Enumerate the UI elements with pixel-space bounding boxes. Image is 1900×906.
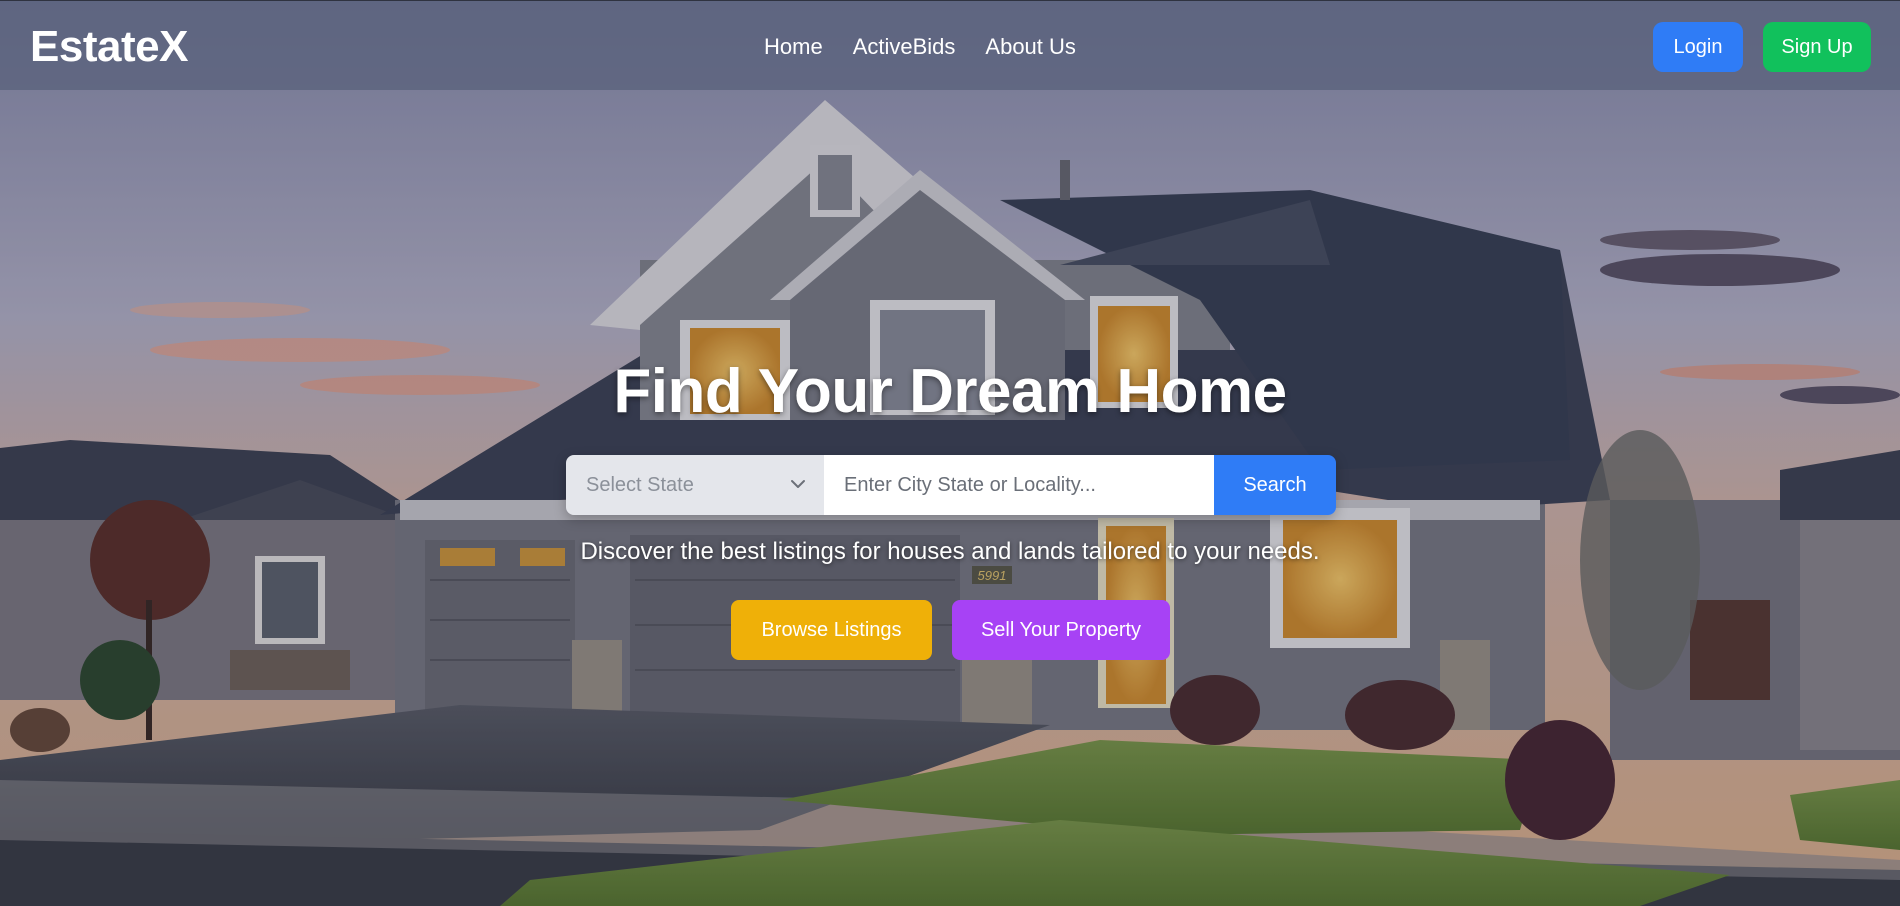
nav-link-about-us[interactable]: About Us	[985, 31, 1076, 63]
hero-subtitle: Discover the best listings for houses an…	[580, 538, 1320, 565]
state-select[interactable]: Select State	[566, 455, 824, 515]
signup-button[interactable]: Sign Up	[1763, 22, 1871, 72]
state-select-placeholder: Select State	[586, 473, 694, 496]
hero-title: Find Your Dream Home	[613, 357, 1287, 426]
search-button[interactable]: Search	[1214, 455, 1336, 515]
browse-listings-button[interactable]: Browse Listings	[731, 600, 932, 660]
chevron-down-icon	[791, 480, 805, 488]
nav-link-activebids[interactable]: ActiveBids	[853, 31, 956, 63]
hero-background-image: 5991	[0, 0, 1900, 906]
search-bar: Select State Search	[566, 455, 1336, 515]
navbar: EstateX Home ActiveBids About Us Login S…	[0, 0, 1900, 90]
brand-logo[interactable]: EstateX	[30, 21, 188, 73]
login-button[interactable]: Login	[1653, 22, 1743, 72]
city-search-input[interactable]	[824, 455, 1214, 515]
nav-links: Home ActiveBids About Us	[764, 31, 1076, 63]
nav-link-home[interactable]: Home	[764, 31, 823, 63]
sell-property-button[interactable]: Sell Your Property	[952, 600, 1170, 660]
